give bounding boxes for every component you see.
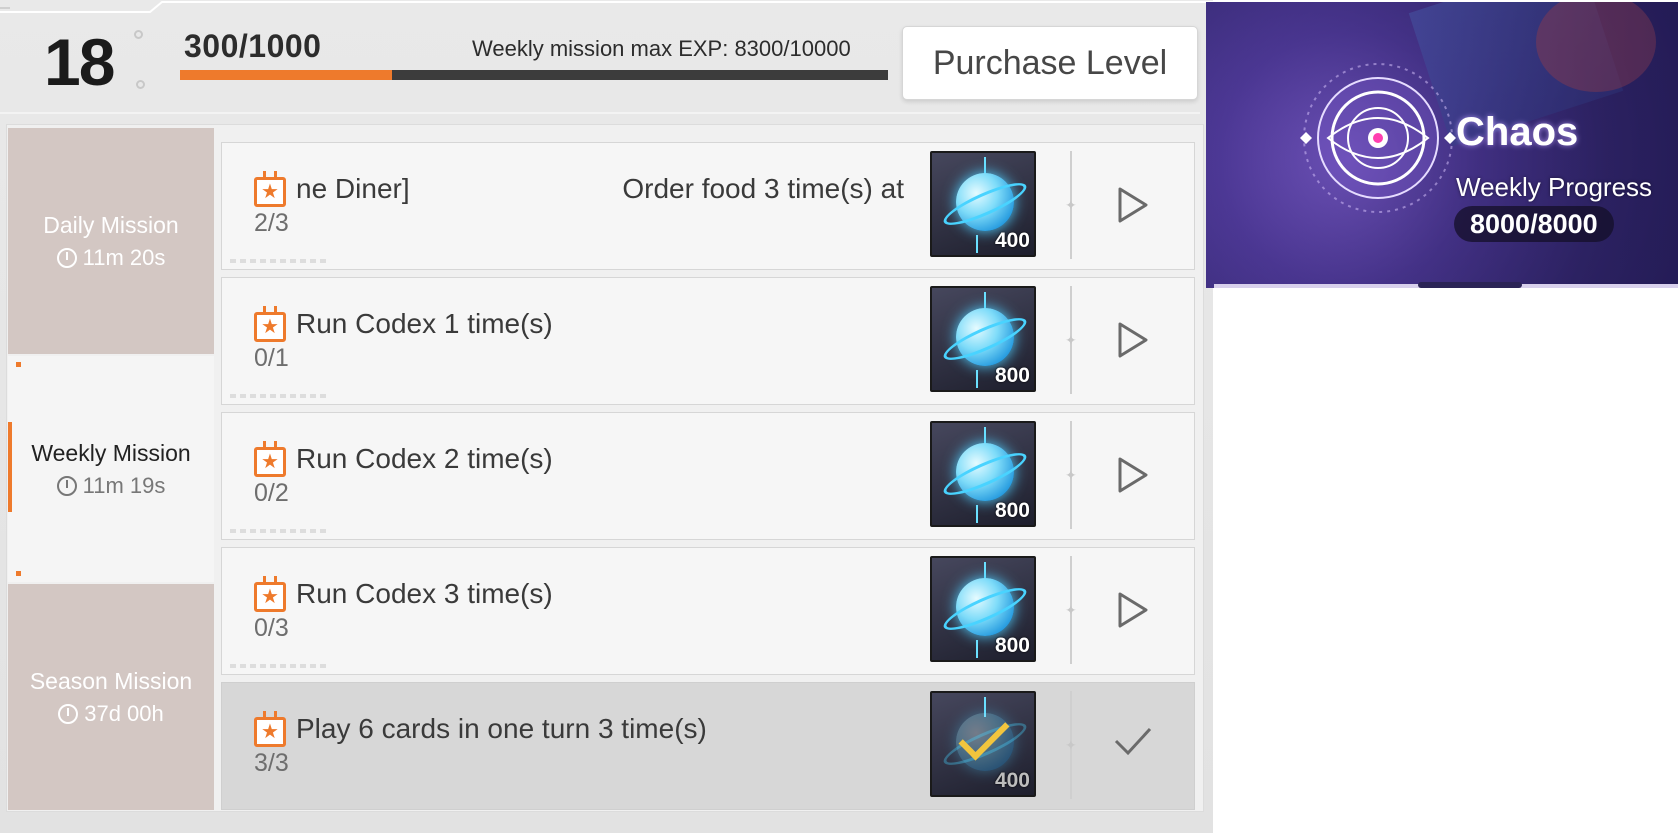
mission-row: ★ ne Diner] Order food 3 time(s) at 2/3 … (221, 142, 1195, 270)
exp-crystal-reward-claimed: 400 (930, 691, 1036, 797)
reward-amount: 400 (994, 769, 1030, 792)
calendar-star-icon: ★ (254, 576, 286, 612)
active-marker (16, 571, 21, 576)
calendar-star-icon: ★ (254, 171, 286, 207)
go-to-mission-button[interactable] (1108, 183, 1152, 227)
exp-crystal-reward[interactable]: 800 (930, 421, 1036, 527)
go-to-mission-button[interactable] (1108, 453, 1152, 497)
active-indicator (8, 422, 12, 512)
battle-pass-panel: 18 300/1000 Weekly mission max EXP: 8300… (0, 0, 1213, 833)
mission-row: ★ Run Codex 3 time(s) 0/3 800 ✦ (221, 547, 1195, 675)
tab-timer: 11m 19s (56, 472, 166, 499)
card-bottom-tab (1418, 282, 1522, 288)
clock-icon (56, 475, 77, 496)
chaos-progress-card[interactable]: Chaos Weekly Progress 8000/8000 (1206, 2, 1678, 288)
mission-row: ★ Run Codex 1 time(s) 0/1 800 ✦ (221, 277, 1195, 405)
mission-row-completed: ★ Play 6 cards in one turn 3 time(s) 3/3… (221, 682, 1195, 810)
exp-crystal-reward[interactable]: 800 (930, 556, 1036, 662)
chaos-emblem-icon (1300, 63, 1456, 213)
sparkle-icon: ✦ (1065, 197, 1077, 213)
mission-title: Run Codex 3 time(s) (296, 578, 553, 609)
sparkle-icon: ✦ (1065, 737, 1077, 753)
top-decoration (0, 1, 1213, 13)
exp-progress-text: 300/1000 (184, 28, 322, 64)
go-to-mission-button[interactable] (1108, 318, 1152, 362)
clock-icon (58, 703, 79, 724)
chaos-title: Chaos (1456, 110, 1579, 154)
calendar-star-icon: ★ (254, 441, 286, 477)
mission-progress: 0/1 (254, 344, 289, 372)
level-number: 18 (44, 25, 115, 99)
exp-crystal-reward[interactable]: 400 (930, 151, 1036, 257)
sparkle-icon: ✦ (1065, 332, 1077, 348)
tab-label: Daily Mission (43, 211, 179, 238)
tab-timer: 11m 20s (56, 244, 166, 271)
row-decoration (230, 664, 330, 668)
row-decoration (230, 529, 330, 533)
tab-label: Weekly Mission (31, 439, 191, 466)
mission-title-continued: Order food 3 time(s) at (622, 173, 904, 204)
mission-title: Play 6 cards in one turn 3 time(s) (296, 713, 707, 744)
weekly-max-exp: Weekly mission max EXP: 8300/10000 (472, 36, 851, 61)
chaos-subtitle: Weekly Progress (1456, 172, 1653, 202)
play-icon (1118, 187, 1148, 223)
row-decoration (230, 394, 330, 398)
tab-weekly-mission[interactable]: Weekly Mission 11m 19s (8, 356, 214, 582)
calendar-star-icon: ★ (254, 306, 286, 342)
mission-progress: 0/2 (254, 479, 289, 507)
play-icon (1118, 592, 1148, 628)
circuit-line (976, 235, 978, 253)
clock-icon (56, 247, 77, 268)
active-marker (16, 362, 21, 367)
exp-progress-bar (180, 70, 888, 80)
mission-progress: 2/3 (254, 209, 289, 237)
completed-check-icon (1110, 719, 1154, 763)
sparkle-icon: ✦ (1065, 467, 1077, 483)
chaos-progress-value: 8000/8000 (1454, 206, 1614, 242)
go-to-mission-button[interactable] (1108, 588, 1152, 632)
reward-amount: 400 (994, 229, 1030, 252)
mission-title: Run Codex 1 time(s) (296, 308, 553, 339)
exp-progress-fill (180, 70, 393, 80)
circuit-line (976, 505, 978, 523)
sparkle-icon: ✦ (1065, 602, 1077, 618)
timer-text: 11m 20s (82, 244, 166, 270)
calendar-star-icon: ★ (254, 711, 286, 747)
mission-title: Run Codex 2 time(s) (296, 443, 553, 474)
deco-dot (136, 80, 145, 89)
deco-dot (134, 30, 143, 39)
reward-amount: 800 (994, 634, 1030, 657)
play-icon (1118, 322, 1148, 358)
mission-row: ★ Run Codex 2 time(s) 0/2 800 ✦ (221, 412, 1195, 540)
play-icon (1118, 457, 1148, 493)
reward-amount: 800 (994, 499, 1030, 522)
tab-daily-mission[interactable]: Daily Mission 11m 20s (8, 128, 214, 354)
timer-text: 37d 00h (84, 700, 164, 726)
tab-label: Season Mission (29, 667, 193, 694)
mission-progress: 0/3 (254, 614, 289, 642)
header-divider (0, 112, 1200, 114)
mission-title: ne Diner] (296, 173, 410, 204)
tab-timer: 37d 00h (58, 701, 164, 727)
purchase-level-button[interactable]: Purchase Level (902, 26, 1198, 100)
circuit-line (976, 640, 978, 658)
timer-text: 11m 19s (82, 472, 166, 498)
row-decoration (230, 259, 330, 263)
exp-crystal-reward[interactable]: 800 (930, 286, 1036, 392)
reward-amount: 800 (994, 364, 1030, 387)
mission-progress: 3/3 (254, 749, 289, 777)
circuit-line (976, 370, 978, 388)
tab-season-mission[interactable]: Season Mission 37d 00h (8, 584, 214, 810)
